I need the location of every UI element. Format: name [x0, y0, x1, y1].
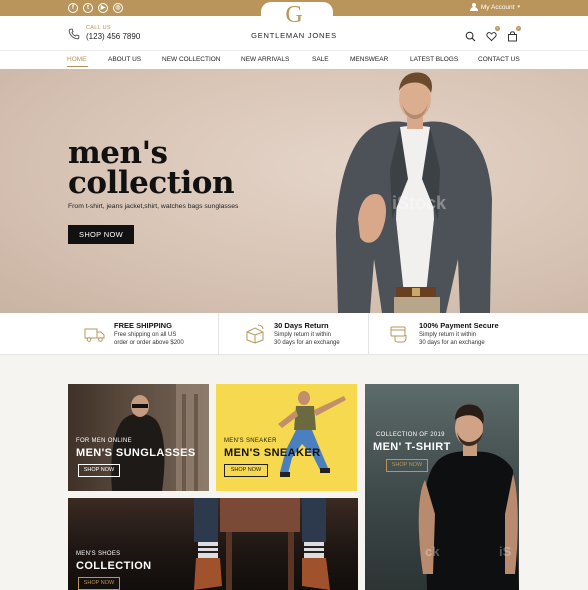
- my-account-label: My Account: [480, 3, 515, 11]
- secure-payment-icon: [390, 326, 407, 343]
- return-box-icon: [246, 324, 264, 344]
- hero-model-image: iStock: [336, 72, 492, 313]
- wishlist-button[interactable]: 0: [486, 26, 500, 42]
- nav-item-sale[interactable]: SALE: [312, 56, 329, 63]
- chevron-down-icon: ▾: [517, 4, 520, 10]
- header-actions: 0 0: [465, 26, 521, 42]
- banner-shop-now-button[interactable]: SHOP NOW: [78, 464, 120, 477]
- nav-item-latest-blogs[interactable]: LATEST BLOGS: [410, 56, 458, 63]
- banner-shop-now-button[interactable]: SHOP NOW: [78, 577, 120, 590]
- phone-number[interactable]: (123) 456 7890: [86, 32, 140, 41]
- instagram-icon[interactable]: ◎: [113, 3, 123, 13]
- feature-desc-line-2: 30 days for an exchange: [419, 339, 485, 346]
- nav-item-new-collection[interactable]: NEW COLLECTION: [162, 56, 221, 63]
- banner-title: MEN' T-SHIRT: [373, 441, 451, 453]
- banner-sneaker[interactable]: MEN'S SNEAKER MEN'S SNEAKER SHOP NOW: [216, 384, 357, 491]
- feature-payment-secure: 100% Payment Secure Simply return it wit…: [389, 313, 499, 355]
- feature-desc-line-2: order or order above $200: [114, 339, 184, 346]
- feature-desc-line-1: Simply return it within: [274, 332, 332, 338]
- feature-title: 100% Payment Secure: [419, 321, 499, 330]
- banner-tag: FOR MEN ONLINE: [76, 438, 132, 444]
- banner-title: MEN'S SNEAKER: [224, 447, 321, 459]
- brand-name[interactable]: GENTLEMAN JONES: [230, 31, 358, 40]
- hero-title-line-2: collection: [68, 165, 235, 201]
- facebook-icon[interactable]: f: [68, 3, 78, 13]
- nav-item-about-us[interactable]: ABOUT US: [108, 56, 141, 63]
- heart-icon: [486, 32, 497, 42]
- my-account-menu[interactable]: My Account ▾: [469, 3, 520, 11]
- hero-subtitle: From t-shirt, jeans jacket,shirt, watche…: [68, 203, 239, 210]
- feature-title: FREE SHIPPING: [114, 321, 172, 330]
- hero-title: men's collection: [68, 138, 235, 201]
- social-links: f t ▶ ◎: [68, 3, 123, 13]
- logo-mark[interactable]: G: [285, 3, 303, 27]
- call-us: CALL US (123) 456 7890: [68, 25, 140, 41]
- feature-desc-line-2: 30 days for an exchange: [274, 339, 340, 346]
- banner-shop-now-button[interactable]: SHOP NOW: [224, 464, 268, 477]
- call-us-label: CALL US: [86, 25, 111, 31]
- tshirt-model-image: ck iS: [418, 404, 519, 590]
- cart-count-badge: 0: [516, 26, 521, 31]
- banner-shop-now-button[interactable]: SHOP NOW: [386, 459, 428, 472]
- banner-tshirt[interactable]: ck iS COLLECTION OF 2019 MEN' T-SHIRT SH…: [365, 384, 519, 590]
- banner-tag: MEN'S SHOES: [76, 551, 121, 557]
- cart-button[interactable]: 0: [507, 26, 521, 42]
- user-icon: [469, 3, 478, 11]
- banner-title: MEN'S SUNGLASSES: [76, 447, 196, 459]
- phone-icon: [68, 27, 80, 40]
- svg-text:iS: iS: [499, 544, 512, 559]
- banner-tag: MEN'S SNEAKER: [224, 438, 277, 444]
- feature-desc-line-1: Simply return it within: [419, 332, 477, 338]
- page: f t ▶ ◎ My Account ▾ G CALL US (123) 456…: [0, 0, 588, 590]
- nav-item-menswear[interactable]: MENSWEAR: [350, 56, 388, 63]
- nav-item-contact-us[interactable]: CONTACT US: [478, 56, 520, 63]
- banner-shoes[interactable]: MEN'S SHOES COLLECTION SHOP NOW: [68, 498, 358, 590]
- nav-item-new-arrivals[interactable]: NEW ARRIVALS: [241, 56, 289, 63]
- hero-shop-now-button[interactable]: SHOP NOW: [68, 225, 134, 244]
- search-icon[interactable]: [465, 29, 476, 42]
- feature-divider: [368, 313, 369, 355]
- main-nav: HOME ABOUT US NEW COLLECTION NEW ARRIVAL…: [0, 50, 588, 69]
- svg-text:iStock: iStock: [392, 193, 447, 213]
- banner-title: COLLECTION: [76, 560, 152, 572]
- svg-text:ck: ck: [425, 544, 440, 559]
- banner-tag: COLLECTION OF 2019: [376, 432, 445, 438]
- truck-icon: [84, 328, 105, 342]
- feature-desc-line-1: Free shipping on all US: [114, 332, 177, 338]
- active-nav-indicator: [67, 66, 88, 67]
- shopping-bag-icon: [508, 31, 517, 42]
- features-strip: FREE SHIPPING Free shipping on all US or…: [0, 313, 588, 355]
- feature-30-days-return: 30 Days Return Simply return it within 3…: [244, 313, 340, 355]
- feature-free-shipping: FREE SHIPPING Free shipping on all US or…: [84, 313, 184, 355]
- feature-divider: [218, 313, 219, 355]
- twitter-icon[interactable]: t: [83, 3, 93, 13]
- banner-sunglasses[interactable]: FOR MEN ONLINE MEN'S SUNGLASSES SHOP NOW: [68, 384, 209, 491]
- feature-title: 30 Days Return: [274, 321, 329, 330]
- wishlist-count-badge: 0: [495, 26, 500, 31]
- youtube-icon[interactable]: ▶: [98, 3, 108, 13]
- nav-item-home[interactable]: HOME: [67, 56, 87, 63]
